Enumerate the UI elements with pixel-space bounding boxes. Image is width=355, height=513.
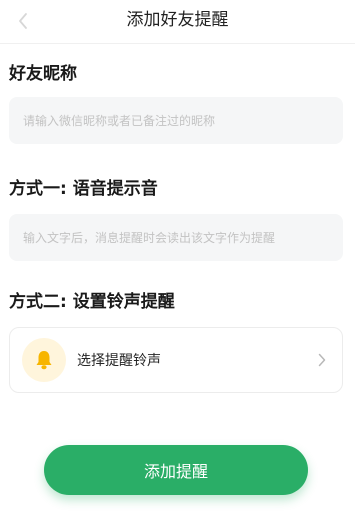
nickname-label: 好友昵称 [9,64,77,84]
voice-text-input[interactable] [23,230,329,245]
select-ringtone-label: 选择提醒铃声 [77,353,161,369]
nickname-field[interactable] [9,97,343,144]
chevron-right-icon [316,352,328,368]
voice-text-field[interactable] [9,214,343,261]
select-ringtone-row[interactable]: 选择提醒铃声 [9,327,343,393]
bell-icon-badge [22,338,66,382]
nickname-input[interactable] [23,113,329,128]
method-one-label: 方式一: 语音提示音 [9,179,158,199]
bell-icon [36,351,52,370]
method-two-label: 方式二: 设置铃声提醒 [9,292,175,312]
page-title: 添加好友提醒 [126,10,229,30]
navigation-bar: 添加好友提醒 [0,0,355,44]
add-reminder-button[interactable]: 添加提醒 [44,445,308,495]
